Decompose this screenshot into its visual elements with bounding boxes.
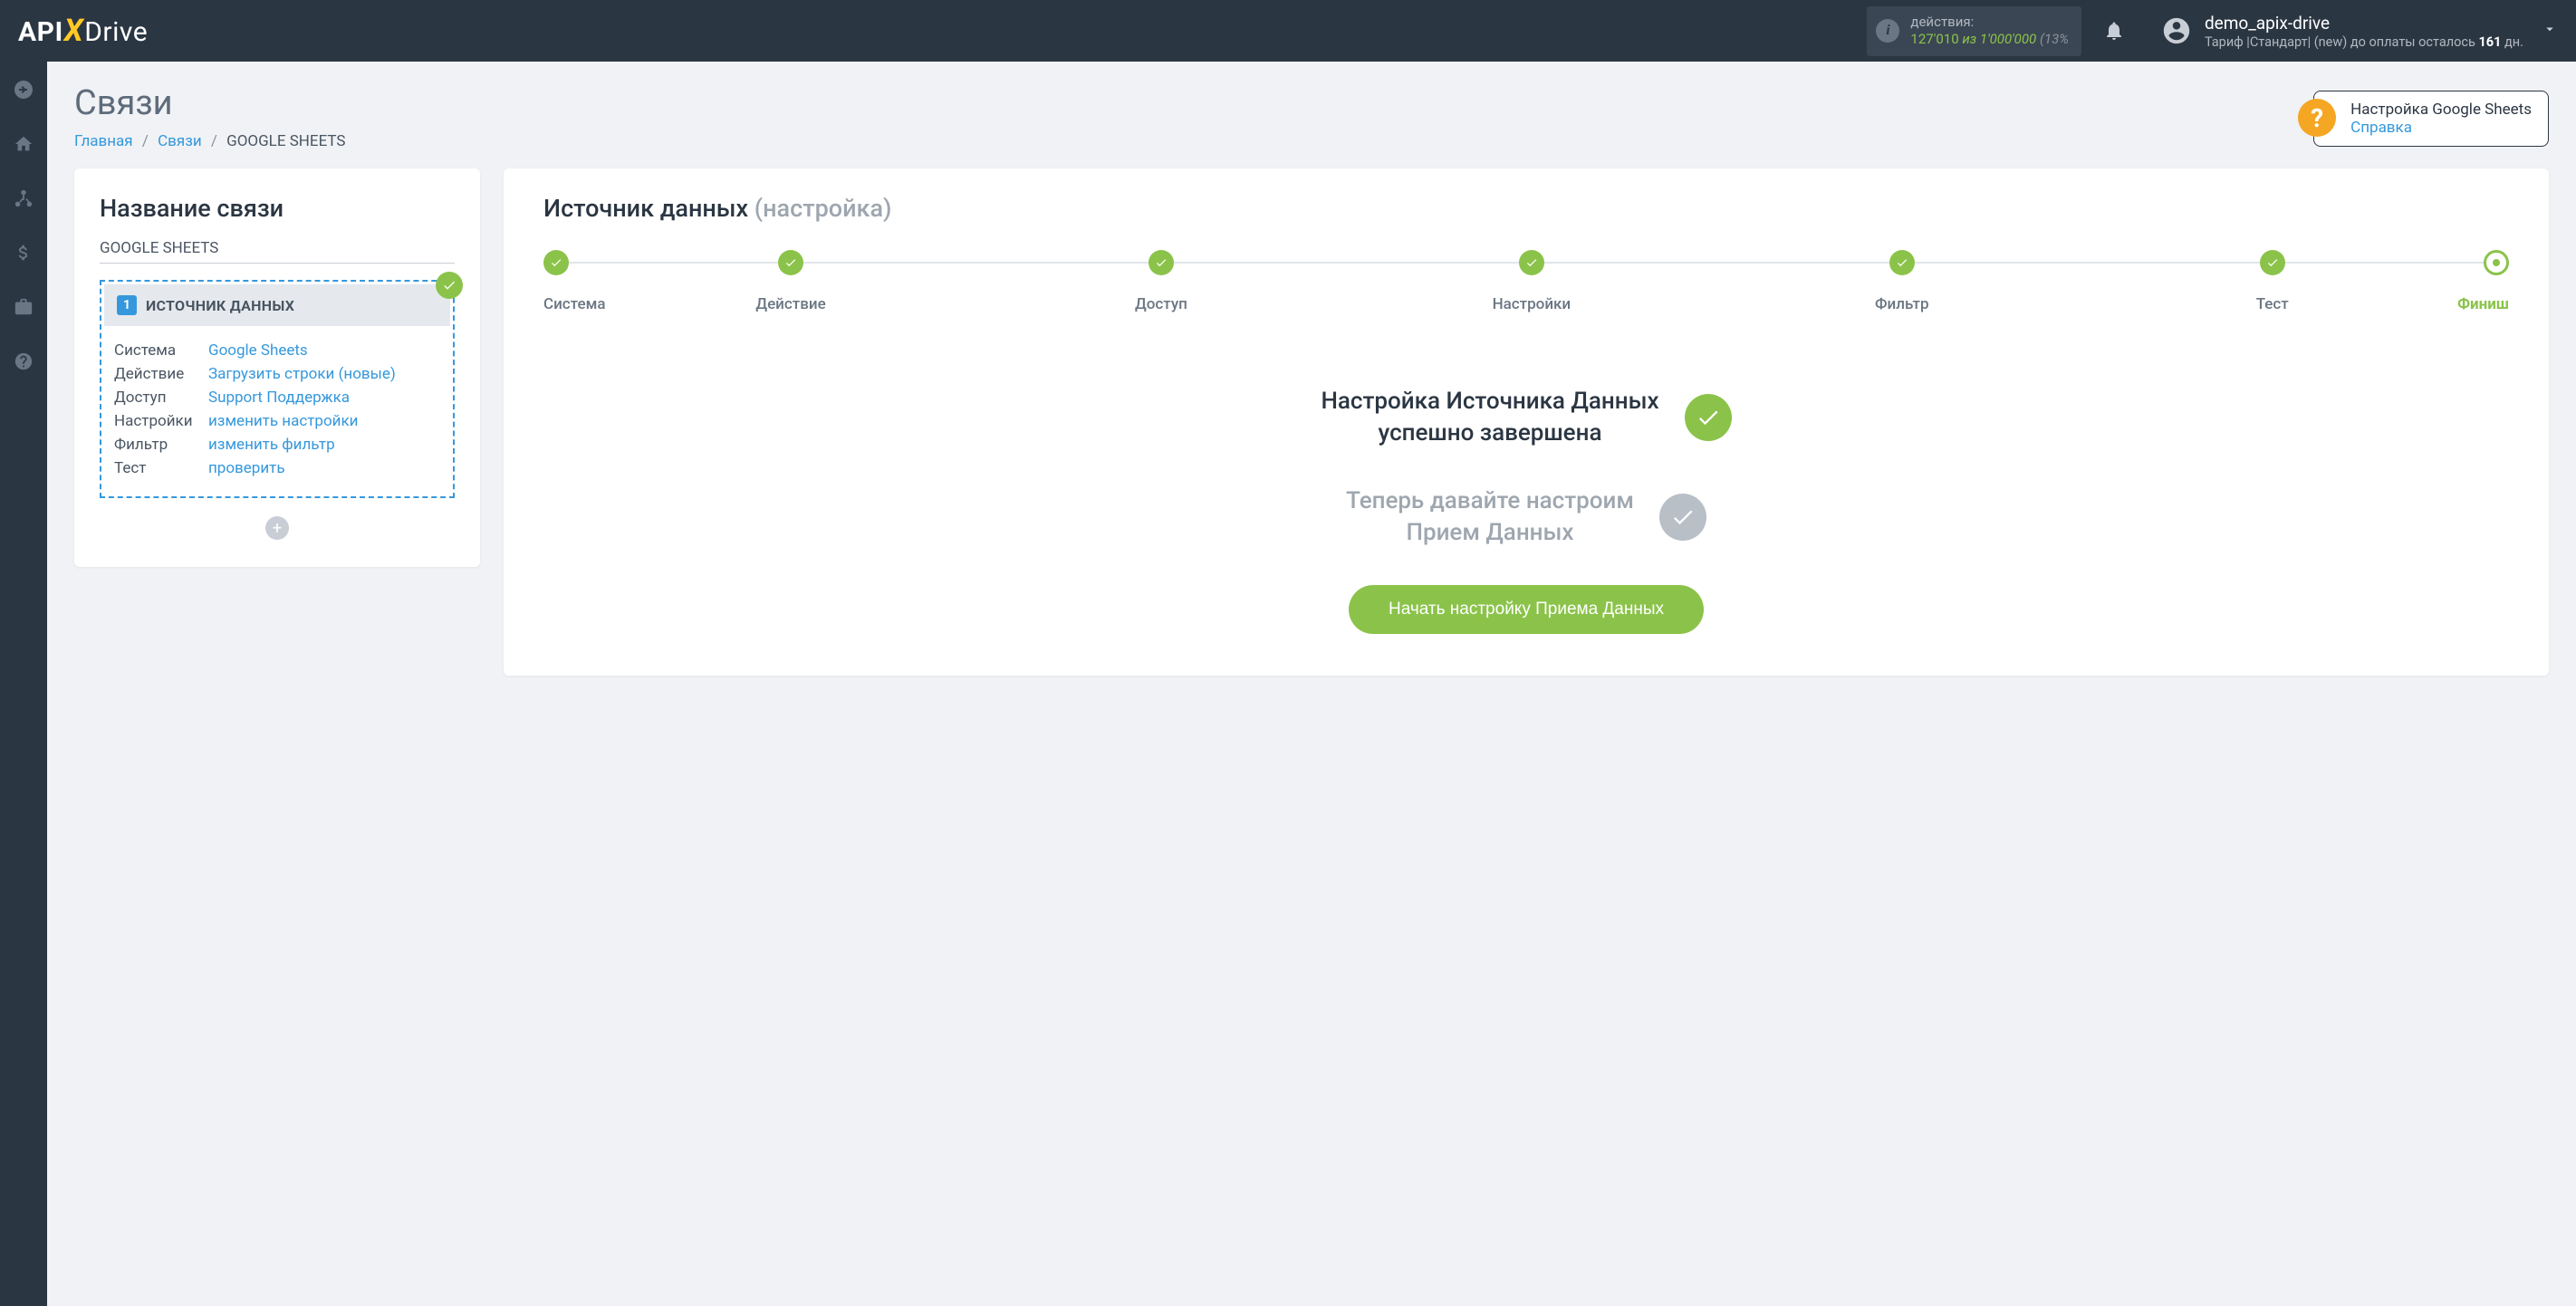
step-settings[interactable]: Настройки: [1346, 250, 1716, 313]
sidebar-item-briefcase[interactable]: [0, 288, 47, 326]
step-action[interactable]: Действие: [606, 250, 976, 313]
user-name: demo_apix-drive: [2205, 13, 2523, 34]
sidebar-item-home[interactable]: [0, 125, 47, 163]
breadcrumb-home[interactable]: Главная: [74, 132, 133, 150]
connection-name[interactable]: GOOGLE SHEETS: [100, 239, 455, 264]
status-source-complete: Настройка Источника Данных успешно завер…: [543, 386, 2509, 449]
check-icon-grey: [1659, 494, 1706, 541]
left-card-title: Название связи: [100, 194, 455, 223]
help-link[interactable]: Справка: [2350, 119, 2532, 137]
main: ? Настройка Google Sheets Справка Связи …: [47, 62, 2576, 697]
user-info: demo_apix-drive Тариф |Стандарт| (new) д…: [2205, 13, 2523, 50]
logo-api: API: [18, 16, 63, 48]
breadcrumb-current: GOOGLE SHEETS: [226, 132, 345, 150]
breadcrumb: Главная / Связи / GOOGLE SHEETS: [74, 132, 2549, 150]
header: API X Drive i действия: 127'010 из 1'000…: [0, 0, 2576, 62]
header-center: i действия: 127'010 из 1'000'000 (13% de…: [1867, 6, 2558, 56]
actions-pct: (13%: [2040, 31, 2069, 47]
actions-text: действия: 127'010 из 1'000'000 (13%: [1910, 14, 2069, 49]
sidebar-item-help[interactable]: [0, 342, 47, 380]
start-destination-button[interactable]: Начать настройку Приема Данных: [1349, 585, 1704, 634]
actions-label: действия:: [1910, 14, 2069, 32]
actions-of: из: [1962, 31, 1976, 47]
sidebar: [0, 62, 47, 1306]
source-row-settings: Настройкиизменить настройки: [114, 409, 440, 433]
stepper: Система Действие Доступ Настройки Фильтр…: [543, 250, 2509, 313]
source-title: ИСТОЧНИК ДАННЫХ: [146, 297, 294, 314]
actions-total: 1'000'000: [1980, 31, 2036, 47]
card-connection-name: Название связи GOOGLE SHEETS 1 ИСТОЧНИК …: [74, 168, 480, 567]
actions-count: 127'010: [1910, 31, 1958, 47]
user-block[interactable]: demo_apix-drive Тариф |Стандарт| (new) д…: [2139, 13, 2523, 50]
sidebar-item-billing[interactable]: [0, 234, 47, 272]
info-icon: i: [1876, 19, 1899, 43]
user-icon: [2161, 15, 2192, 46]
user-tariff: Тариф |Стандарт| (new) до оплаты осталос…: [2205, 34, 2523, 50]
breadcrumb-links[interactable]: Связи: [158, 132, 202, 150]
logo-drive: Drive: [84, 16, 148, 48]
source-row-system: СистемаGoogle Sheets: [114, 339, 440, 362]
logo[interactable]: API X Drive: [18, 13, 148, 49]
step-finish[interactable]: Финиш: [2457, 250, 2509, 313]
source-body: СистемаGoogle Sheets ДействиеЗагрузить с…: [101, 326, 453, 496]
bell-icon[interactable]: [2103, 20, 2125, 42]
source-box: 1 ИСТОЧНИК ДАННЫХ СистемаGoogle Sheets Д…: [100, 280, 455, 498]
actions-badge[interactable]: i действия: 127'010 из 1'000'000 (13%: [1867, 6, 2081, 56]
help-question-icon: ?: [2298, 99, 2336, 137]
sidebar-item-connections[interactable]: [0, 179, 47, 217]
source-row-access: ДоступSupport Поддержка: [114, 386, 440, 409]
add-source-button[interactable]: +: [265, 516, 289, 540]
step-filter[interactable]: Фильтр: [1716, 250, 2087, 313]
logo-x: X: [64, 13, 83, 49]
cards: Название связи GOOGLE SHEETS 1 ИСТОЧНИК …: [74, 168, 2549, 676]
source-number: 1: [117, 295, 137, 315]
help-box: ? Настройка Google Sheets Справка: [2313, 91, 2549, 147]
source-header: 1 ИСТОЧНИК ДАННЫХ: [104, 284, 450, 326]
step-system[interactable]: Система: [543, 250, 606, 313]
source-row-test: Тестпроверить: [114, 456, 440, 480]
help-title: Настройка Google Sheets: [2350, 101, 2532, 119]
page-title: Связи: [74, 83, 2549, 123]
card-source-setup: Источник данных (настройка) Система Дейс…: [504, 168, 2549, 676]
right-card-title: Источник данных (настройка): [543, 194, 2509, 223]
status-destination-pending: Теперь давайте настроим Прием Данных: [543, 485, 2509, 549]
source-row-action: ДействиеЗагрузить строки (новые): [114, 362, 440, 386]
chevron-down-icon[interactable]: [2542, 21, 2558, 41]
source-complete-icon: [436, 272, 463, 299]
step-test[interactable]: Тест: [2087, 250, 2457, 313]
sidebar-item-enter[interactable]: [0, 71, 47, 109]
check-icon: [1685, 394, 1732, 441]
step-access[interactable]: Доступ: [976, 250, 1346, 313]
source-row-filter: Фильтризменить фильтр: [114, 433, 440, 456]
